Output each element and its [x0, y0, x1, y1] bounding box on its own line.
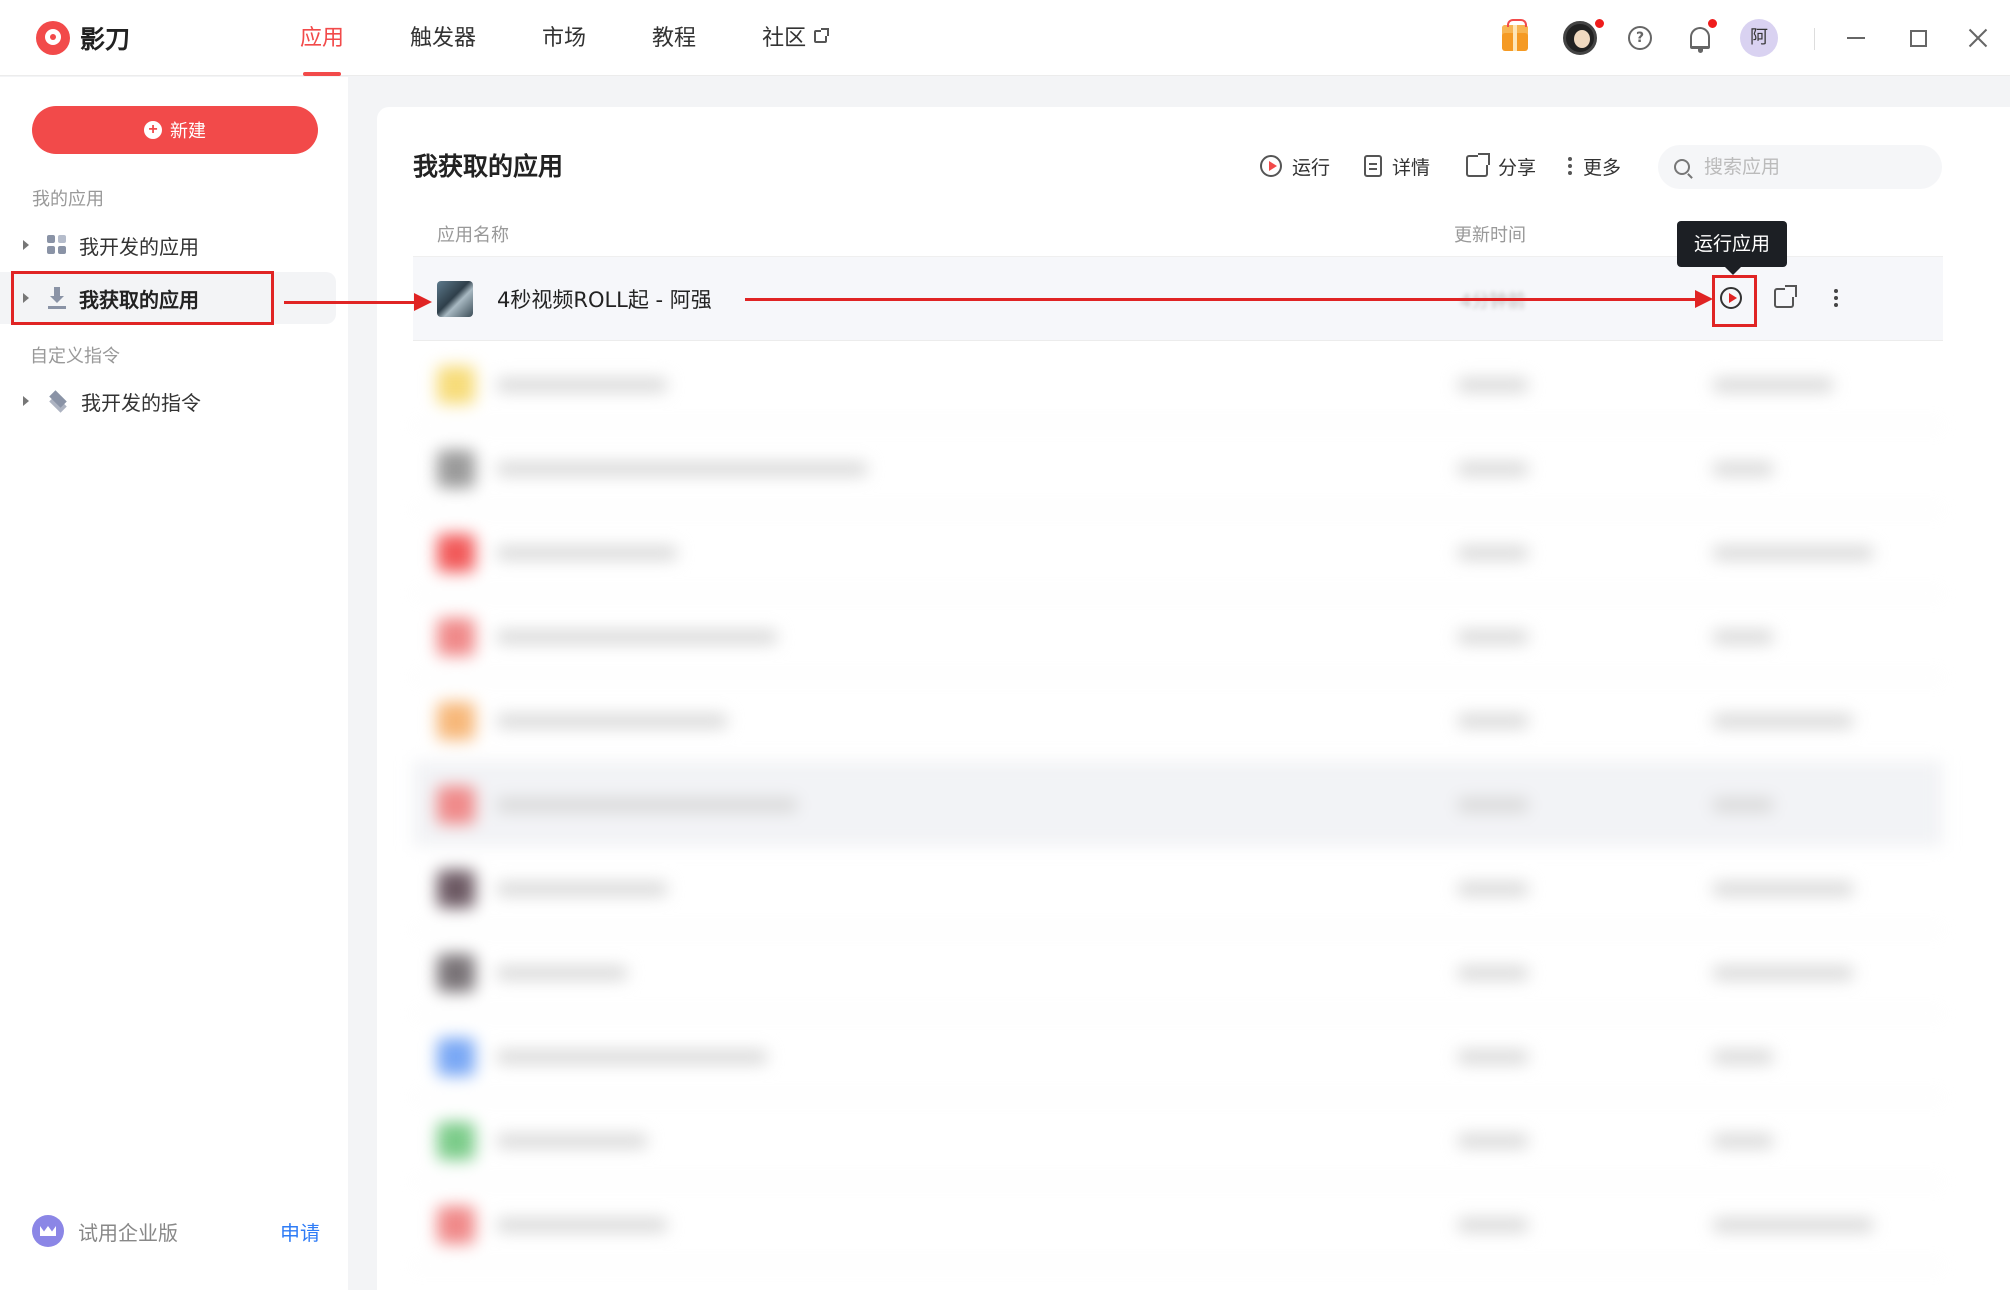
maximize-icon [1909, 29, 1927, 47]
caret-right-icon [23, 396, 29, 406]
user-avatar-button[interactable]: 阿 [1739, 18, 1779, 58]
notification-dot [1594, 18, 1605, 29]
list-item [413, 594, 1943, 678]
list-item [413, 930, 1943, 1014]
new-button[interactable]: + 新建 [32, 106, 318, 154]
row-more-button[interactable] [1819, 281, 1853, 315]
arrow-head-icon [1695, 290, 1713, 308]
divider [1814, 28, 1815, 50]
avatar-face-icon [1563, 21, 1597, 55]
layers-icon [47, 390, 69, 413]
list-item [413, 678, 1943, 762]
share-icon [1466, 153, 1490, 177]
minimize-icon [1847, 37, 1865, 39]
sidebar-item-developed-commands[interactable]: 我开发的指令 [0, 375, 336, 427]
section-label-custom-commands: 自定义指令 [30, 346, 120, 367]
notification-dot [1707, 18, 1718, 29]
list-item [413, 1098, 1943, 1182]
minimize-button[interactable] [1836, 18, 1876, 58]
document-icon [1364, 155, 1382, 177]
caret-right-icon [23, 240, 29, 250]
share-button-label: 分享 [1498, 156, 1537, 179]
run-app-tooltip: 运行应用 [1677, 221, 1787, 275]
list-item [413, 342, 1943, 426]
new-button-label: 新建 [170, 121, 206, 141]
run-button[interactable]: 运行 [1260, 151, 1330, 181]
apply-link[interactable]: 申请 [280, 1217, 320, 1246]
top-bar: 影刀 应用 触发器 市场 教程 社区 ? 阿 [0, 0, 2010, 76]
details-button[interactable]: 详情 [1364, 151, 1430, 181]
avatar: 阿 [1740, 19, 1778, 57]
sidebar-highlight-box [11, 271, 274, 325]
list-item [413, 1014, 1943, 1098]
enterprise-trial: 试用企业版 申请 [32, 1211, 320, 1251]
arrow-head-icon [414, 293, 432, 311]
column-header-name: 应用名称 [437, 225, 509, 246]
share-icon [1774, 285, 1797, 308]
more-vertical-icon [1567, 155, 1573, 177]
details-button-label: 详情 [1392, 156, 1431, 179]
app-name-cell: 4秒视频ROLL起 - 阿强 [497, 288, 712, 312]
toolbar: 运行 详情 分享 更多 [377, 145, 2010, 189]
more-vertical-icon [1834, 289, 1838, 307]
more-button[interactable]: 更多 [1567, 151, 1621, 181]
list-item [413, 846, 1943, 930]
gift-button[interactable] [1495, 18, 1535, 58]
header-actions: ? 阿 [0, 18, 2010, 62]
app-thumbnail [437, 281, 473, 317]
list-item [413, 1182, 1943, 1266]
list-item [413, 426, 1943, 510]
run-button-highlight-box [1712, 275, 1757, 327]
sidebar-item-label: 我开发的指令 [81, 390, 201, 415]
annotation-arrow [284, 301, 414, 304]
share-button[interactable]: 分享 [1466, 151, 1536, 181]
blurred-rows [413, 342, 1973, 1272]
bell-icon [1690, 27, 1710, 53]
more-button-label: 更多 [1583, 156, 1622, 179]
crown-icon [32, 1215, 64, 1247]
list-item [413, 762, 1943, 846]
close-button[interactable] [1958, 18, 1998, 58]
enterprise-trial-text: 试用企业版 [78, 1220, 178, 1245]
grid-icon [47, 235, 67, 255]
help-icon: ? [1628, 26, 1652, 50]
search-bar [1658, 145, 1942, 189]
gift-icon [1502, 19, 1528, 51]
list-item [413, 510, 1943, 594]
share-app-button[interactable] [1767, 281, 1801, 315]
search-icon [1674, 159, 1690, 175]
run-button-label: 运行 [1292, 156, 1331, 179]
section-label-my-apps: 我的应用 [32, 189, 104, 210]
plus-icon: + [144, 121, 162, 139]
column-header-updated: 更新时间 [1454, 225, 1526, 246]
sidebar: + 新建 我的应用 我开发的应用 我获取的应用 自定义指令 我开发的指令 试用企… [0, 77, 348, 1290]
sidebar-item-label: 我开发的应用 [79, 234, 199, 259]
maximize-button[interactable] [1898, 18, 1938, 58]
sidebar-item-developed-apps[interactable]: 我开发的应用 [0, 219, 336, 271]
help-button[interactable]: ? [1620, 18, 1660, 58]
play-icon [1260, 155, 1282, 177]
close-icon [1968, 28, 1988, 48]
search-input[interactable] [1704, 156, 1924, 178]
annotation-arrow [745, 298, 1695, 301]
